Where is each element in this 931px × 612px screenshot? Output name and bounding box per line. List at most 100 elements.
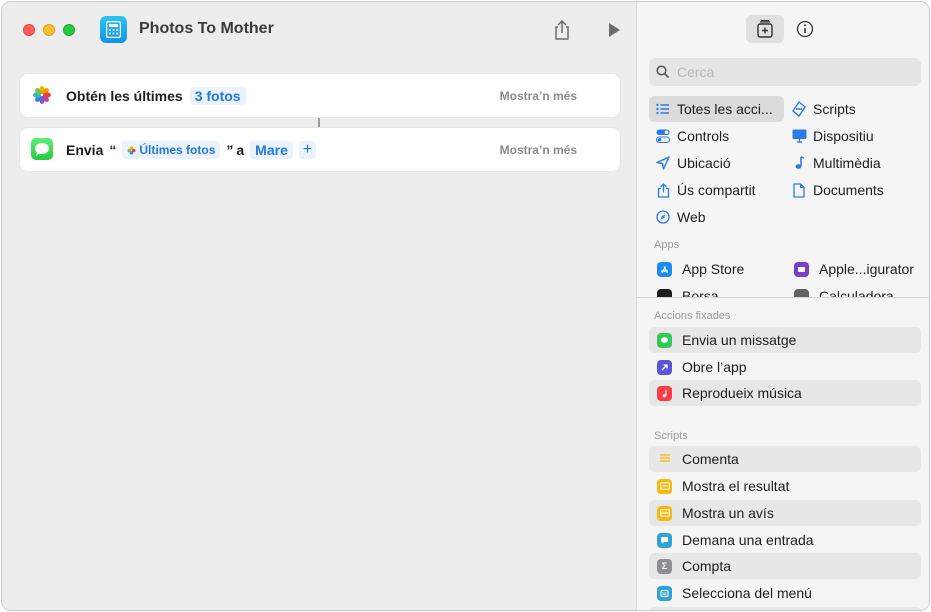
script-comment[interactable]: Comenta	[649, 446, 921, 472]
share-icon	[555, 20, 569, 40]
action-verb: Envia	[66, 142, 104, 158]
category-label: Multimèdia	[813, 155, 881, 171]
app-label: Calculadora	[819, 288, 894, 297]
play-icon	[609, 23, 620, 37]
info-icon	[796, 20, 814, 38]
category-controls[interactable]: Controls	[655, 123, 729, 149]
category-location[interactable]: Ubicació	[655, 150, 731, 176]
script-show-alert[interactable]: Mostra un avís	[649, 500, 921, 526]
pinned-play-music[interactable]: Reprodueix música	[649, 380, 921, 406]
pinned-section-label: Accions fixades	[654, 310, 731, 322]
alert-icon	[657, 505, 672, 521]
latest-photos-variable[interactable]: Últimes fotos	[122, 141, 221, 159]
section-divider	[637, 297, 929, 298]
comment-lines-icon	[657, 452, 672, 467]
variable-label: Últimes fotos	[139, 143, 216, 157]
share-icon	[655, 182, 671, 198]
action-connector	[318, 118, 320, 127]
row-label: Obre l’app	[682, 359, 747, 375]
category-label: Totes les acci...	[677, 101, 773, 117]
apps-scroll-clip: Borsa Calculadora	[637, 282, 929, 297]
category-label: Scripts	[813, 101, 856, 117]
stocks-icon	[657, 288, 672, 297]
app-apple-configurator[interactable]: Apple...igurator	[794, 257, 924, 281]
title-bar: Photos To Mother	[2, 2, 636, 58]
shortcut-calculator-icon[interactable]	[100, 16, 127, 43]
apps-section-label: Apps	[654, 239, 680, 251]
share-button[interactable]	[550, 18, 574, 42]
pinned-send-message[interactable]: Envia un missatge	[649, 327, 921, 353]
joiner-text: a	[236, 142, 245, 158]
show-result-icon	[657, 478, 672, 494]
script-ask-for-input[interactable]: Demana una entrada	[649, 527, 921, 553]
script-count[interactable]: Σ Compta	[649, 553, 921, 579]
toggle-icon	[655, 128, 671, 144]
music-note-icon	[791, 155, 807, 171]
category-all-actions[interactable]: Totes les acci...	[649, 96, 784, 122]
category-label: Dispositiu	[813, 128, 874, 144]
library-tab[interactable]	[746, 15, 784, 43]
next-row-peek	[649, 607, 921, 610]
photo-count-token[interactable]: 3 fotos	[189, 87, 246, 105]
category-label: Documents	[813, 182, 884, 198]
add-recipient-button[interactable]: +	[298, 141, 317, 159]
app-stocks[interactable]: Borsa	[657, 284, 787, 297]
category-web[interactable]: Web	[655, 204, 706, 230]
minimize-window-button[interactable]	[43, 24, 55, 36]
app-label: App Store	[682, 261, 745, 277]
row-label: Mostra un avís	[682, 505, 774, 521]
category-scripts[interactable]: Scripts	[791, 96, 856, 122]
category-label: Controls	[677, 128, 730, 144]
zoom-window-button[interactable]	[63, 24, 75, 36]
script-choose-from-menu[interactable]: Selecciona del menú	[649, 580, 921, 606]
row-label: Mostra el resultat	[682, 478, 790, 494]
message-bubble-icon	[657, 332, 672, 348]
search-input[interactable]	[677, 62, 913, 82]
ask-input-icon	[657, 532, 672, 548]
music-note-icon	[657, 385, 672, 401]
pinned-open-app[interactable]: Obre l’app	[649, 354, 921, 380]
app-app-store[interactable]: App Store	[657, 257, 787, 281]
details-tab[interactable]	[786, 15, 824, 43]
shortcuts-window: Photos To Mother Obtén les últimes 3 fot…	[1, 1, 930, 611]
row-label: Demana una entrada	[682, 532, 814, 548]
list-icon	[655, 101, 671, 117]
messages-app-icon	[31, 138, 53, 160]
category-label: Ús compartit	[677, 182, 756, 198]
run-button[interactable]	[602, 18, 626, 42]
monitor-icon	[791, 128, 807, 144]
action-verb: Obtén les últimes	[66, 88, 183, 104]
category-sharing[interactable]: Ús compartit	[655, 177, 756, 203]
action-send-message[interactable]: Envia “ Últimes fotos ” a Mare + Mostra’…	[20, 128, 620, 171]
app-calculator[interactable]: Calculadora	[794, 284, 924, 297]
row-label: Envia un missatge	[682, 332, 797, 348]
show-more-link[interactable]: Mostra’n més	[500, 89, 577, 103]
action-get-latest-photos[interactable]: Obtén les últimes 3 fotos Mostra’n més	[20, 74, 620, 117]
close-window-button[interactable]	[23, 24, 35, 36]
photos-app-icon	[31, 84, 53, 106]
sigma-icon: Σ	[657, 558, 672, 574]
shortcut-title[interactable]: Photos To Mother	[139, 20, 274, 38]
photos-mini-icon	[127, 145, 136, 155]
row-label: Reprodueix música	[682, 385, 802, 401]
action-search-field[interactable]	[649, 58, 921, 86]
open-quote: “	[109, 142, 117, 158]
action-library-pane: Totes les acci... Scripts Controls Dispo…	[636, 2, 929, 610]
close-quote: ”	[226, 142, 234, 158]
recipient-token[interactable]: Mare	[250, 141, 293, 159]
script-show-result[interactable]: Mostra el resultat	[649, 473, 921, 499]
category-media[interactable]: Multimèdia	[791, 150, 881, 176]
app-store-icon	[657, 261, 672, 277]
menu-list-icon	[657, 585, 672, 601]
search-icon	[656, 65, 670, 79]
category-device[interactable]: Dispositiu	[791, 123, 874, 149]
scripts-icon	[791, 101, 807, 117]
show-more-link[interactable]: Mostra’n més	[500, 143, 577, 157]
editor-pane: Photos To Mother Obtén les últimes 3 fot…	[2, 2, 636, 610]
location-arrow-icon	[655, 155, 671, 171]
library-add-icon	[757, 20, 773, 38]
calculator-icon	[794, 288, 809, 297]
row-label: Compta	[682, 558, 732, 574]
category-documents[interactable]: Documents	[791, 177, 884, 203]
scripts-section-label: Scripts	[654, 430, 688, 442]
